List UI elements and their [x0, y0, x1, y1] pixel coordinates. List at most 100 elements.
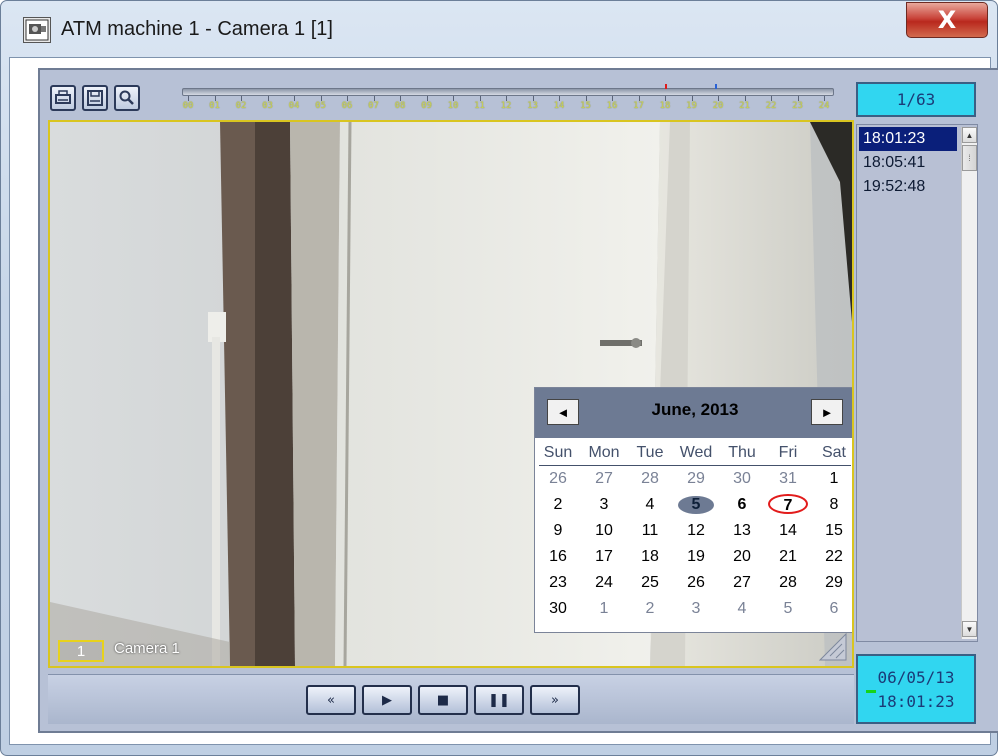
calendar-day-number: 6: [737, 496, 747, 513]
time-list-item[interactable]: 19:52:48: [859, 175, 957, 199]
play-button[interactable]: ▶: [362, 685, 412, 715]
calendar-day[interactable]: 4: [719, 598, 765, 620]
video-viewport[interactable]: 1 Camera 1 ◄ June, 2013 ► Sun Mon Tue Wed Th…: [48, 120, 854, 668]
calendar-day[interactable]: 11: [627, 520, 673, 542]
frame-counter: 1/63: [856, 82, 976, 117]
calendar-day[interactable]: 3: [581, 494, 627, 516]
calendar-day-number: 29: [687, 470, 705, 487]
zoom-button[interactable]: [114, 85, 140, 111]
resize-grip-icon[interactable]: [816, 630, 848, 662]
calendar-day[interactable]: 30: [535, 598, 581, 620]
fast-forward-icon: »: [551, 692, 559, 708]
calendar-day[interactable]: 20: [719, 546, 765, 568]
camera-app-icon: [23, 17, 51, 43]
timeline-hour-label: 24: [818, 101, 830, 111]
calendar-day[interactable]: 14: [765, 520, 811, 542]
calendar-day-number: 11: [641, 522, 659, 539]
calendar-day-number: 29: [825, 574, 843, 591]
calendar-day[interactable]: 25: [627, 572, 673, 594]
calendar-day[interactable]: 19: [673, 546, 719, 568]
timeline-bar[interactable]: [182, 88, 834, 96]
calendar-day-number: 5: [783, 600, 793, 617]
rewind-button[interactable]: «: [306, 685, 356, 715]
calendar-next-button[interactable]: ►: [811, 399, 843, 425]
video-panel: 00 01 02 03 04 05 06 07 08 09 10 11 12 13 14 15 16 17 18 19…: [38, 68, 998, 733]
calendar-day[interactable]: 29: [673, 468, 719, 490]
calendar-day[interactable]: 3: [673, 598, 719, 620]
calendar-day[interactable]: 17: [581, 546, 627, 568]
weekday-divider: [539, 465, 851, 466]
calendar-day[interactable]: 2: [627, 598, 673, 620]
pause-button[interactable]: ❚❚: [474, 685, 524, 715]
calendar-day[interactable]: 31: [765, 468, 811, 490]
calendar-day[interactable]: 10: [581, 520, 627, 542]
calendar-day[interactable]: 13: [719, 520, 765, 542]
calendar-day[interactable]: 6: [811, 598, 852, 620]
stop-button[interactable]: ■: [418, 685, 468, 715]
scroll-down-icon[interactable]: ▼: [962, 621, 977, 637]
arrow-right-icon: ►: [820, 404, 834, 420]
print-button[interactable]: [50, 85, 76, 111]
calendar-day[interactable]: 23: [535, 572, 581, 594]
time-list-scrollbar[interactable]: ▲ ⁞ ▼: [961, 127, 977, 639]
calendar-day[interactable]: 16: [535, 546, 581, 568]
date-calendar[interactable]: ◄ June, 2013 ► Sun Mon Tue Wed Thu Fri Sat 26 27…: [534, 387, 852, 633]
zoom-icon: [119, 90, 134, 105]
recording-marker[interactable]: [665, 84, 667, 89]
calendar-day-number: 3: [599, 496, 609, 513]
recording-time-list[interactable]: ▲ ⁞ ▼ 18:01:23 18:05:41 19:52:48: [856, 124, 978, 642]
calendar-day[interactable]: 26: [535, 468, 581, 490]
calendar-day-number: 1: [829, 470, 839, 487]
calendar-day-number: 12: [687, 522, 705, 539]
calendar-day-number: 15: [825, 522, 843, 539]
calendar-day[interactable]: 15: [811, 520, 852, 542]
printer-icon: [55, 90, 71, 104]
calendar-day[interactable]: 27: [581, 468, 627, 490]
calendar-day-number: 24: [595, 574, 613, 591]
title-bar[interactable]: ATM machine 1 - Camera 1 [1] X: [1, 1, 997, 57]
calendar-day-number: 31: [779, 470, 797, 487]
time-list-item[interactable]: 18:01:23: [859, 127, 957, 151]
calendar-day[interactable]: 28: [627, 468, 673, 490]
weekday-label: Thu: [728, 444, 756, 461]
calendar-day[interactable]: 5: [673, 494, 719, 516]
close-button[interactable]: X: [906, 2, 988, 38]
scroll-up-icon[interactable]: ▲: [962, 127, 977, 143]
calendar-day[interactable]: 18: [627, 546, 673, 568]
calendar-day[interactable]: 4: [627, 494, 673, 516]
app-window: ATM machine 1 - Camera 1 [1] X 00 01 02 03 0…: [0, 0, 998, 756]
calendar-day[interactable]: 30: [719, 468, 765, 490]
calendar-day[interactable]: 5: [765, 598, 811, 620]
calendar-prev-button[interactable]: ◄: [547, 399, 579, 425]
calendar-day[interactable]: 26: [673, 572, 719, 594]
calendar-day-number: 1: [599, 600, 609, 617]
timeline-scale[interactable]: 00 01 02 03 04 05 06 07 08 09 10 11 12 13 14 15 16 17 18 19…: [182, 82, 844, 116]
calendar-day[interactable]: 12: [673, 520, 719, 542]
timeline-hour-label: 17: [633, 101, 644, 111]
calendar-day[interactable]: 24: [581, 572, 627, 594]
save-button[interactable]: [82, 85, 108, 111]
calendar-day[interactable]: 22: [811, 546, 852, 568]
calendar-day[interactable]: 21: [765, 546, 811, 568]
calendar-day[interactable]: 29: [811, 572, 852, 594]
calendar-day[interactable]: 2: [535, 494, 581, 516]
scroll-thumb[interactable]: ⁞: [962, 145, 977, 171]
recording-marker[interactable]: [715, 84, 718, 89]
timeline-hour-label: 09: [421, 101, 432, 111]
calendar-day[interactable]: 28: [765, 572, 811, 594]
current-date: 06/05/13: [877, 668, 955, 687]
calendar-day[interactable]: 6: [719, 494, 765, 516]
calendar-day[interactable]: 27: [719, 572, 765, 594]
calendar-day[interactable]: 8: [811, 494, 852, 516]
calendar-day[interactable]: 7: [765, 494, 811, 516]
timeline-hour-label: 21: [739, 101, 750, 111]
calendar-day[interactable]: 9: [535, 520, 581, 542]
time-list-item[interactable]: 18:05:41: [859, 151, 957, 175]
arrow-left-icon: ◄: [556, 404, 570, 420]
calendar-day[interactable]: 1: [581, 598, 627, 620]
calendar-day-number: 27: [733, 574, 751, 591]
calendar-day[interactable]: 1: [811, 468, 852, 490]
save-icon: [87, 90, 103, 106]
timeline-hour-label: 06: [341, 101, 353, 111]
fast-forward-button[interactable]: »: [530, 685, 580, 715]
